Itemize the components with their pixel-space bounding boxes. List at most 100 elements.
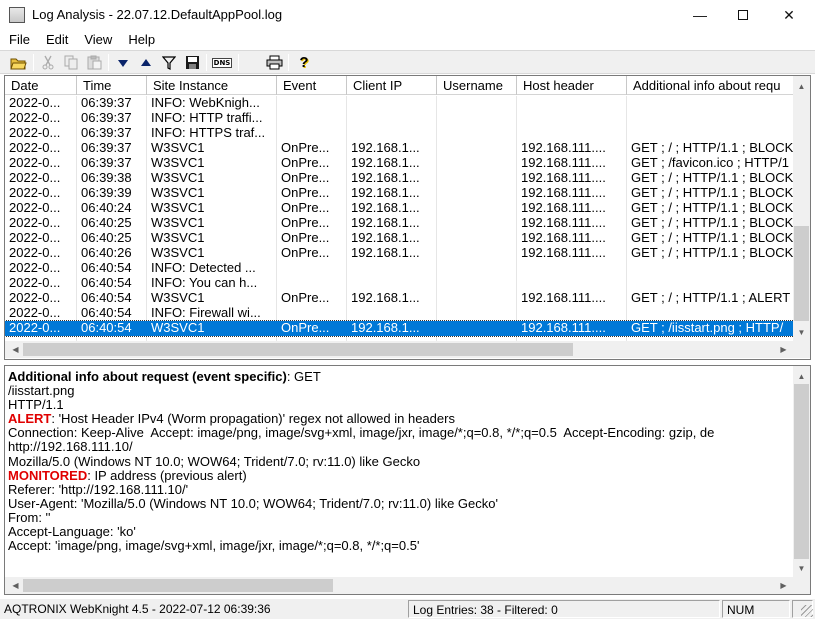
table-row[interactable]: 2022-0... 06:40:54 INFO: Detected ... [5, 261, 794, 276]
close-button[interactable]: ✕ [766, 0, 812, 30]
toolbar-separator [238, 54, 239, 71]
table-row[interactable]: 2022-0... 06:39:37 INFO: HTTP traffi... [5, 111, 794, 126]
status-bar: AQTRONIX WebKnight 4.5 - 2022-07-12 06:3… [0, 599, 815, 619]
list-vertical-scrollbar[interactable]: ▲ ▼ [793, 76, 810, 341]
cell-date: 2022-0... [9, 171, 61, 185]
menu-edit[interactable]: Edit [37, 30, 75, 50]
table-row[interactable]: 2022-0... 06:39:37 W3SVC1 OnPre... 192.168.1… [5, 156, 794, 171]
minimize-button[interactable]: — [677, 0, 723, 30]
table-row[interactable]: 2022-0... 06:40:24 W3SVC1 OnPre... 192.168.1… [5, 201, 794, 216]
cell-username [437, 291, 516, 306]
previous-button[interactable] [136, 53, 156, 72]
cell-client-ip [347, 276, 436, 291]
detail-panel[interactable]: Additional info about request (event spe… [4, 365, 811, 595]
scroll-thumb[interactable] [23, 343, 573, 356]
cell-host-header: 192.168.111.... [521, 291, 606, 305]
cell-host-header [517, 111, 626, 126]
table-row[interactable]: 2022-0... 06:40:26 W3SVC1 OnPre... 192.168.1… [5, 246, 794, 261]
cell-additional-info: GET ; /favicon.ico ; HTTP/1 [631, 156, 789, 170]
cell-additional-info [627, 111, 794, 126]
cell-site-instance: W3SVC1 [151, 291, 205, 305]
cell-event [277, 96, 346, 111]
scroll-down-icon[interactable]: ▼ [793, 324, 810, 341]
scroll-corner [794, 577, 810, 594]
cell-username [437, 126, 516, 141]
cell-date: 2022-0... [9, 216, 61, 230]
next-button[interactable] [113, 53, 133, 72]
column-header-event[interactable]: Event [277, 76, 347, 95]
cell-site-instance: W3SVC1 [151, 156, 205, 170]
arrow-down-icon [118, 59, 128, 67]
save-button[interactable] [182, 53, 202, 72]
scroll-left-icon[interactable]: ◀ [7, 341, 24, 358]
scroll-right-icon[interactable]: ▶ [775, 341, 792, 358]
column-header-client-ip[interactable]: Client IP [347, 76, 437, 95]
cell-date: 2022-0... [9, 306, 61, 320]
cell-event: OnPre... [281, 291, 330, 305]
copy-button[interactable] [61, 53, 81, 72]
cell-time: 06:39:37 [81, 156, 132, 170]
arrow-up-icon [141, 58, 151, 66]
table-row[interactable]: 2022-0... 06:40:54 W3SVC1 OnPre... 192.168.1… [5, 291, 794, 306]
menu-file[interactable]: File [0, 30, 37, 50]
table-row[interactable]: 2022-0... 06:40:25 W3SVC1 OnPre... 192.168.1… [5, 216, 794, 231]
table-row[interactable]: 2022-0... 06:40:54 INFO: Firewall wi... [5, 306, 794, 321]
detail-line: User-Agent: 'Mozilla/5.0 (Windows NT 10.… [8, 495, 498, 511]
column-header-site-instance[interactable]: Site Instance [147, 76, 277, 95]
menu-help[interactable]: Help [119, 30, 162, 50]
scroll-left-icon[interactable]: ◀ [7, 577, 24, 594]
cell-username [437, 111, 516, 126]
cell-event: OnPre... [281, 321, 330, 335]
column-header-username[interactable]: Username [437, 76, 517, 95]
column-header-host-header[interactable]: Host header [517, 76, 627, 95]
paste-button[interactable] [84, 53, 104, 72]
maximize-icon [738, 10, 748, 20]
table-row[interactable]: 2022-0... 06:39:38 W3SVC1 OnPre... 192.168.1… [5, 171, 794, 186]
column-header-time[interactable]: Time [77, 76, 147, 95]
window-title: Log Analysis - 22.07.12.DefaultAppPool.l… [32, 7, 283, 22]
cell-date: 2022-0... [9, 246, 61, 260]
table-row[interactable]: 2022-0... 06:39:37 INFO: WebKnigh... [5, 96, 794, 111]
column-header-additional-info[interactable]: Additional info about requ [627, 76, 794, 95]
maximize-button[interactable] [720, 0, 766, 30]
cell-additional-info: GET ; / ; HTTP/1.1 ; ALERT [631, 291, 791, 305]
detail-horizontal-scrollbar[interactable]: ◀ ▶ [5, 577, 794, 594]
column-header-date[interactable]: Date [5, 76, 77, 95]
cell-event: OnPre... [281, 186, 330, 200]
table-row[interactable]: 2022-0... 06:40:25 W3SVC1 OnPre... 192.168.1… [5, 231, 794, 246]
scroll-thumb[interactable] [794, 384, 809, 559]
cell-time: 06:40:54 [81, 321, 132, 335]
scroll-right-icon[interactable]: ▶ [775, 577, 792, 594]
log-list[interactable]: Date Time Site Instance Event Client IP … [4, 75, 811, 360]
cell-time: 06:39:39 [81, 186, 132, 200]
scroll-thumb[interactable] [794, 226, 809, 321]
dns-button[interactable]: DNS [210, 53, 234, 72]
open-button[interactable] [8, 53, 28, 72]
cell-date: 2022-0... [9, 96, 61, 110]
help-button[interactable]: ? [294, 53, 314, 72]
dns-icon: DNS [211, 57, 233, 68]
table-row[interactable]: 2022-0... 06:40:54 INFO: You can h... [5, 276, 794, 291]
print-button[interactable] [264, 53, 284, 72]
cell-username [437, 141, 516, 156]
resize-grip-icon[interactable] [801, 605, 813, 617]
detail-line: HTTP/1.1 [8, 397, 64, 413]
table-row[interactable]: 2022-0... 06:40:54 W3SVC1 OnPre... 192.168.1… [5, 320, 794, 337]
cell-host-header: 192.168.111.... [521, 156, 606, 170]
table-row[interactable]: 2022-0... 06:39:37 W3SVC1 OnPre... 192.168.1… [5, 141, 794, 156]
cell-host-header [517, 306, 626, 321]
cell-event: OnPre... [281, 201, 330, 215]
menu-view[interactable]: View [75, 30, 119, 50]
detail-vertical-scrollbar[interactable]: ▲ ▼ [793, 366, 810, 577]
scroll-down-icon[interactable]: ▼ [793, 560, 810, 577]
table-row[interactable]: 2022-0... 06:39:37 INFO: HTTPS traf... [5, 126, 794, 141]
cell-event: OnPre... [281, 216, 330, 230]
table-row[interactable]: 2022-0... 06:39:39 W3SVC1 OnPre... 192.168.1… [5, 186, 794, 201]
cell-client-ip [347, 111, 436, 126]
scroll-up-icon[interactable]: ▲ [793, 78, 810, 95]
scroll-up-icon[interactable]: ▲ [793, 368, 810, 385]
scroll-thumb[interactable] [23, 579, 333, 592]
list-horizontal-scrollbar[interactable]: ◀ ▶ [5, 341, 794, 358]
filter-button[interactable] [159, 53, 179, 72]
cut-button[interactable] [38, 53, 58, 72]
